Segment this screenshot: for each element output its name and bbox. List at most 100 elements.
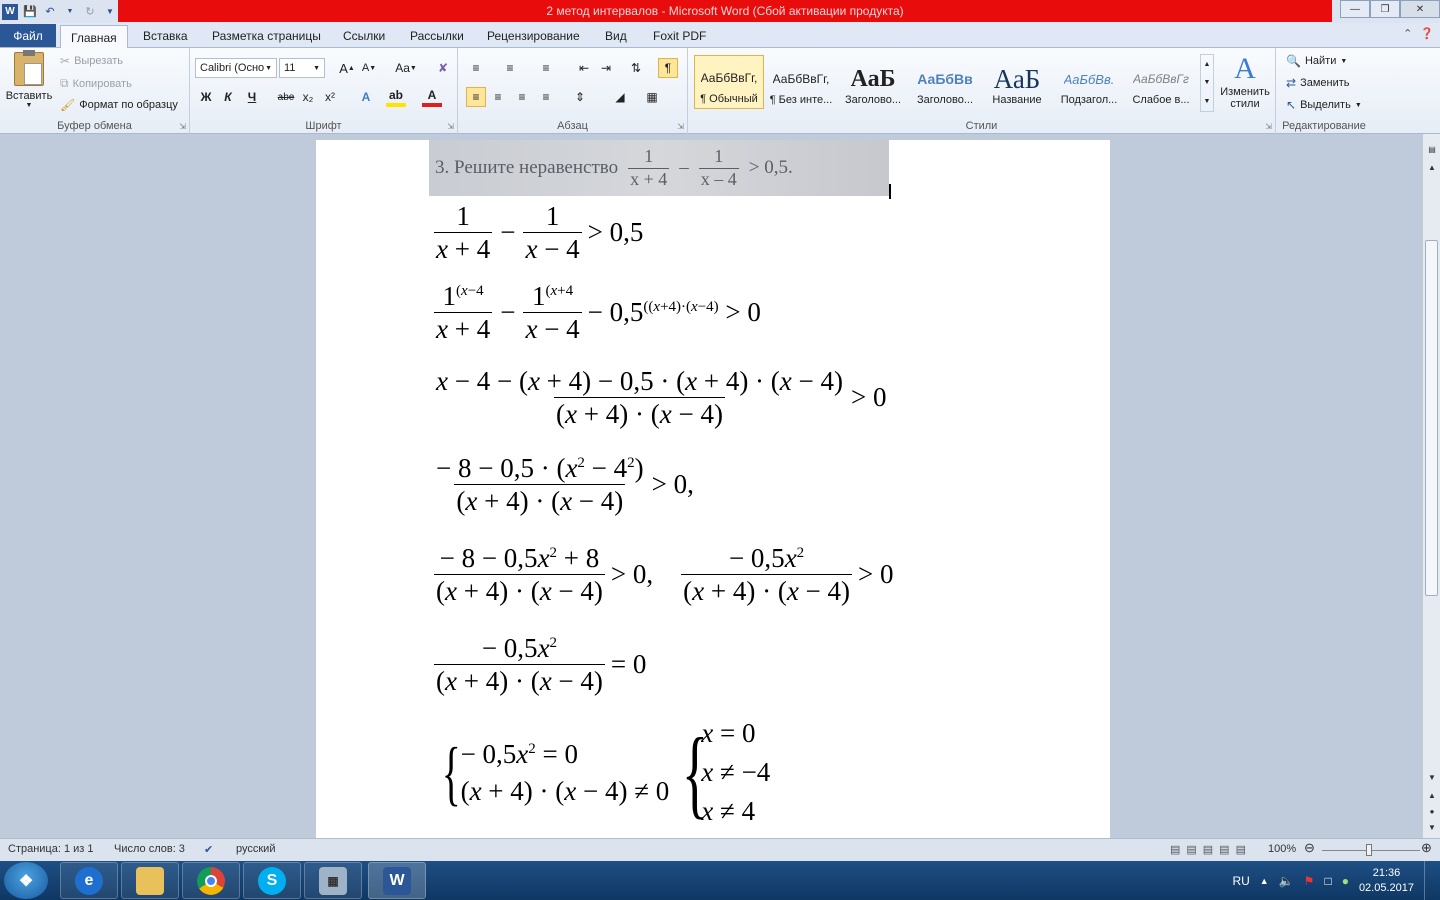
start-button[interactable]: ❖: [4, 862, 48, 899]
copy-button[interactable]: ⧉ Копировать: [60, 76, 132, 91]
zoom-slider-thumb[interactable]: [1366, 844, 1372, 856]
style-normal[interactable]: АаБбВвГг, ¶ Обычный: [694, 55, 764, 109]
scroll-up-icon[interactable]: ▲: [1424, 160, 1440, 174]
highlight-icon[interactable]: ab: [386, 87, 406, 107]
tab-review[interactable]: Рецензирование: [477, 25, 590, 47]
align-center-icon[interactable]: ≡: [488, 87, 508, 107]
borders-icon[interactable]: ▦: [642, 87, 662, 107]
font-color-icon[interactable]: A: [422, 87, 442, 107]
increase-indent-icon[interactable]: ⇥: [596, 58, 616, 78]
undo-icon[interactable]: ↶: [42, 4, 58, 20]
underline-button[interactable]: Ч: [242, 87, 262, 107]
volume-icon[interactable]: 🔈: [1279, 874, 1294, 888]
tab-page-layout[interactable]: Разметка страницы: [202, 25, 331, 47]
view-buttons-icon[interactable]: ▤▤▤▤▤: [1170, 843, 1252, 856]
input-language[interactable]: RU: [1232, 874, 1249, 888]
decrease-indent-icon[interactable]: ⇤: [574, 58, 594, 78]
tab-insert[interactable]: Вставка: [133, 25, 198, 47]
subscript-icon[interactable]: x₂: [298, 87, 318, 107]
superscript-icon[interactable]: x²: [320, 87, 340, 107]
cut-button[interactable]: ✂ Вырезать: [60, 54, 123, 68]
shrink-font-button[interactable]: A ▼: [359, 58, 379, 78]
show-hidden-icons-icon[interactable]: ▲: [1260, 876, 1269, 886]
scroll-thumb[interactable]: [1425, 240, 1438, 596]
text-effects-icon[interactable]: A: [356, 87, 376, 107]
minimize-button[interactable]: —: [1340, 0, 1370, 18]
ruler-toggle-icon[interactable]: ▤: [1424, 142, 1440, 156]
document-page[interactable]: 3. Решите неравенство 1x + 4 – 1x – 4 > …: [316, 140, 1110, 838]
bold-button[interactable]: Ж: [196, 87, 216, 107]
style-heading2[interactable]: АаБбВв Заголово...: [910, 55, 980, 109]
change-case-button[interactable]: Aa ▼: [392, 58, 420, 78]
align-left-icon[interactable]: ≡: [466, 87, 486, 107]
styles-scroll[interactable]: ▲ ▼ ▼: [1200, 54, 1214, 112]
select-button[interactable]: ↖ Выделить ▼: [1286, 98, 1362, 112]
scroll-down-icon[interactable]: ▼: [1424, 770, 1440, 784]
numbering-icon[interactable]: ≡: [500, 58, 520, 78]
shading-icon[interactable]: ◢: [610, 87, 630, 107]
taskbar-explorer[interactable]: [121, 862, 179, 899]
zoom-in-icon[interactable]: ⊕: [1421, 840, 1432, 856]
restore-button[interactable]: ❐: [1370, 0, 1400, 18]
font-name-combo[interactable]: Calibri (Осно ▼: [195, 58, 277, 78]
replace-button[interactable]: ⇄ Заменить: [1286, 76, 1350, 90]
next-page-icon[interactable]: ▼: [1424, 820, 1440, 834]
justify-icon[interactable]: ≡: [536, 87, 556, 107]
zoom-level[interactable]: 100%: [1268, 843, 1296, 855]
word-icon[interactable]: W: [2, 3, 18, 20]
change-styles-button[interactable]: A Изменить стили: [1216, 52, 1274, 116]
style-heading1[interactable]: АаБ Заголово...: [838, 55, 908, 109]
paragraph-launcher-icon[interactable]: ⇲: [677, 122, 684, 131]
sort-icon[interactable]: ⇅: [626, 58, 646, 78]
clipboard-launcher-icon[interactable]: ⇲: [179, 122, 186, 131]
bullets-icon[interactable]: ≡: [466, 58, 486, 78]
italic-button[interactable]: К: [218, 87, 238, 107]
help-icon[interactable]: ❓: [1420, 27, 1434, 40]
proofing-icon[interactable]: ✔: [204, 843, 213, 856]
taskbar-ie[interactable]: e: [60, 862, 118, 899]
language[interactable]: русский: [236, 843, 275, 855]
tab-home[interactable]: Главная: [60, 25, 128, 49]
taskbar-chrome[interactable]: [182, 862, 240, 899]
multilevel-list-icon[interactable]: ≡: [536, 58, 556, 78]
zoom-out-icon[interactable]: ⊖: [1304, 840, 1315, 856]
page-count[interactable]: Страница: 1 из 1: [8, 843, 94, 855]
vertical-scrollbar[interactable]: ▤ ▲ ▼ ▲ ● ▼: [1422, 134, 1440, 838]
tab-references[interactable]: Ссылки: [333, 25, 395, 47]
show-marks-icon[interactable]: ¶: [658, 58, 678, 78]
font-size-combo[interactable]: 11 ▼: [279, 58, 325, 78]
browse-object-icon[interactable]: ●: [1424, 804, 1440, 818]
word-count[interactable]: Число слов: 3: [114, 843, 185, 855]
minimize-ribbon-icon[interactable]: ⌃: [1403, 27, 1412, 40]
style-no-spacing[interactable]: АаБбВвГг, ¶ Без инте...: [766, 55, 836, 109]
taskbar-word[interactable]: W: [368, 862, 426, 899]
font-launcher-icon[interactable]: ⇲: [447, 122, 454, 131]
tab-file[interactable]: Файл: [0, 24, 56, 47]
find-button[interactable]: 🔍 Найти ▼: [1286, 54, 1347, 68]
format-painter-button[interactable]: 🖌 Формат по образцу: [60, 98, 178, 112]
tab-foxit-pdf[interactable]: Foxit PDF: [643, 25, 716, 47]
styles-launcher-icon[interactable]: ⇲: [1265, 122, 1272, 131]
show-desktop-button[interactable]: [1424, 861, 1434, 900]
clear-formatting-icon[interactable]: ✘: [433, 58, 453, 78]
tab-mailings[interactable]: Рассылки: [400, 25, 474, 47]
prev-page-icon[interactable]: ▲: [1424, 788, 1440, 802]
strikethrough-button[interactable]: abe: [276, 87, 296, 107]
dropdown-icon[interactable]: ▼: [62, 4, 78, 20]
line-spacing-icon[interactable]: ⇕: [570, 87, 590, 107]
network-icon[interactable]: □: [1324, 874, 1331, 888]
grow-font-button[interactable]: A ▲: [337, 58, 357, 78]
clock[interactable]: 21:36 02.05.2017: [1359, 866, 1414, 896]
paste-button[interactable]: Вставить ▼: [6, 50, 52, 116]
battery-icon[interactable]: ●: [1342, 874, 1349, 888]
save-icon[interactable]: 💾: [22, 4, 38, 20]
tab-view[interactable]: Вид: [595, 25, 637, 47]
customize-qat-icon[interactable]: ▼: [102, 4, 118, 20]
style-subtle-emphasis[interactable]: АаБбВвГг Слабое в...: [1126, 55, 1196, 109]
close-button[interactable]: ✕: [1400, 0, 1440, 18]
action-center-icon[interactable]: ⚑: [1304, 874, 1315, 888]
taskbar-skype[interactable]: S: [243, 862, 301, 899]
style-title[interactable]: АаБ Название: [982, 55, 1052, 109]
redo-icon[interactable]: ↻: [82, 4, 98, 20]
taskbar-calculator[interactable]: ▦: [304, 862, 362, 899]
